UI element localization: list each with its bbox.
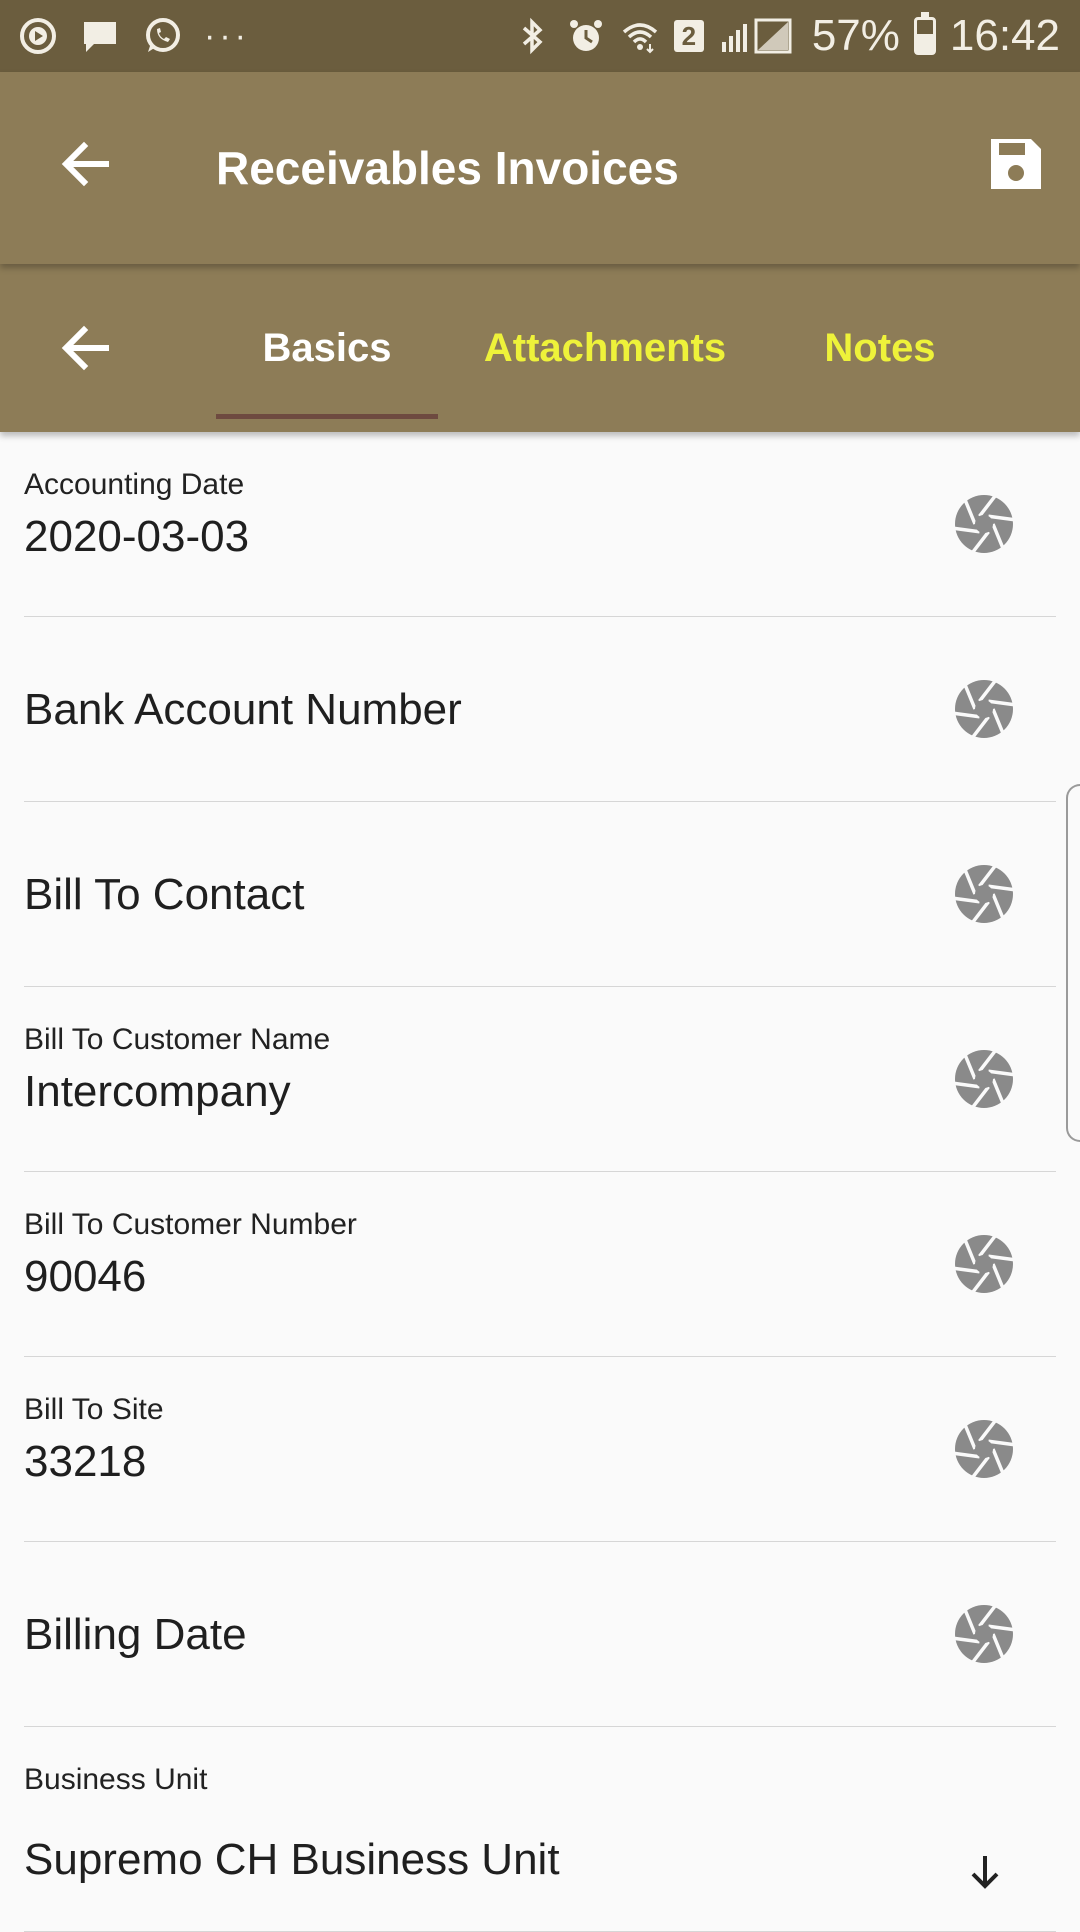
status-time: 16:42 <box>949 11 1060 60</box>
field-value[interactable]: Supremo CH Business Unit <box>24 1835 560 1885</box>
field-bill-to-contact[interactable]: Bill To Contact <box>0 802 1080 987</box>
battery-icon <box>913 12 936 55</box>
save-button[interactable] <box>980 128 1052 200</box>
page-title: Receivables Invoices <box>216 142 679 194</box>
field-value[interactable]: 33218 <box>24 1437 146 1487</box>
field-bill-to-site[interactable]: Bill To Site 33218 <box>0 1357 1080 1542</box>
bluetooth-icon <box>522 17 543 55</box>
arrow-down-icon <box>971 1856 999 1889</box>
tab-attachments[interactable]: Attachments <box>470 264 740 432</box>
field-placeholder[interactable]: Bill To Contact <box>24 802 304 987</box>
camera-aperture-icon <box>954 495 1014 553</box>
tab-bar: Basics Attachments Notes <box>0 264 1080 432</box>
camera-button[interactable] <box>952 677 1016 741</box>
arrow-back-icon <box>61 325 109 371</box>
camera-aperture-icon <box>954 1235 1014 1293</box>
field-label: Bill To Customer Number <box>24 1208 357 1241</box>
alarm-icon <box>569 20 602 51</box>
field-placeholder[interactable]: Billing Date <box>24 1542 247 1727</box>
camera-button[interactable] <box>952 1232 1016 1296</box>
chat-bubble-icon <box>84 22 116 52</box>
field-label: Accounting Date <box>24 468 245 501</box>
field-label: Bill To Customer Name <box>24 1023 331 1056</box>
arrow-back-icon <box>61 141 109 187</box>
field-value[interactable]: 90046 <box>24 1252 146 1302</box>
camera-button[interactable] <box>952 1417 1016 1481</box>
camera-aperture-icon <box>954 1605 1014 1663</box>
back-button[interactable] <box>46 124 126 204</box>
battery-percentage: 57% <box>811 11 900 60</box>
play-circle-icon <box>20 18 56 54</box>
camera-aperture-icon <box>954 680 1014 738</box>
whatsapp-icon <box>146 18 180 52</box>
tab-back-button[interactable] <box>46 308 126 388</box>
camera-button[interactable] <box>952 492 1016 556</box>
field-label: Bill To Site <box>24 1393 164 1426</box>
app-bar: Receivables Invoices <box>0 72 1080 264</box>
field-accounting-date[interactable]: Accounting Date 2020-03-03 <box>0 432 1080 617</box>
tab-notes[interactable]: Notes <box>800 264 960 432</box>
field-bank-account-number[interactable]: Bank Account Number <box>0 617 1080 802</box>
camera-button[interactable] <box>952 1047 1016 1111</box>
camera-button[interactable] <box>952 1602 1016 1666</box>
tab-basics[interactable]: Basics <box>216 264 438 432</box>
wifi-icon <box>622 23 657 54</box>
camera-aperture-icon <box>954 1050 1014 1108</box>
more-notifications-indicator: ··· <box>204 16 250 55</box>
active-tab-indicator <box>216 414 438 419</box>
field-business-unit[interactable]: Business Unit Supremo CH Business Unit <box>0 1727 1080 1932</box>
camera-button[interactable] <box>952 862 1016 926</box>
field-placeholder[interactable]: Bank Account Number <box>24 617 462 802</box>
field-value[interactable]: Intercompany <box>24 1067 291 1117</box>
signal-icon <box>721 18 792 54</box>
form-field-list: Accounting Date 2020-03-03 Bank Account … <box>0 432 1080 1932</box>
camera-aperture-icon <box>954 865 1014 923</box>
scroll-handle[interactable] <box>1066 784 1080 1142</box>
field-billing-date[interactable]: Billing Date <box>0 1542 1080 1727</box>
status-bar: ··· 2 57% 16:42 <box>0 0 1080 72</box>
save-icon <box>991 139 1041 189</box>
field-label: Business Unit <box>24 1763 208 1796</box>
sim-slot-badge: 2 <box>673 20 704 52</box>
field-bill-to-customer-number[interactable]: Bill To Customer Number 90046 <box>0 1172 1080 1357</box>
camera-aperture-icon <box>954 1420 1014 1478</box>
dropdown-button[interactable] <box>960 1847 1010 1897</box>
field-value[interactable]: 2020-03-03 <box>24 512 249 562</box>
field-bill-to-customer-name[interactable]: Bill To Customer Name Intercompany <box>0 987 1080 1172</box>
